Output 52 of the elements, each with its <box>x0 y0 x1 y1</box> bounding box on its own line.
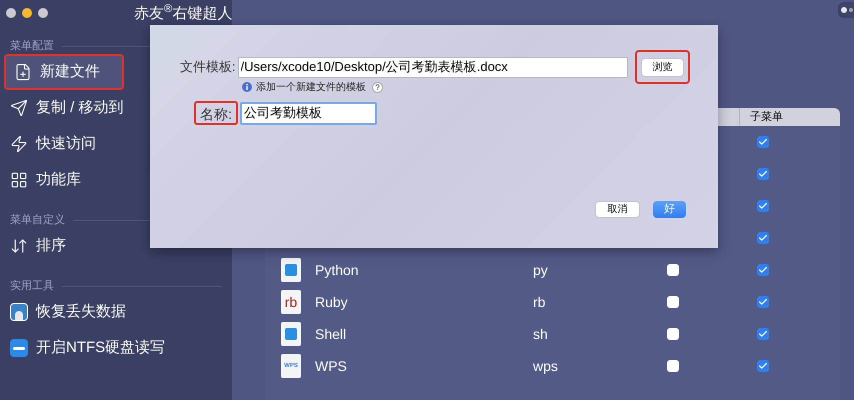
checkbox[interactable] <box>757 200 769 212</box>
send-icon <box>10 99 28 117</box>
template-path-field[interactable]: /Users/xcode10/Desktop/公司考勤表模板.docx <box>238 56 628 78</box>
extension: wps <box>533 356 559 376</box>
name-field[interactable]: 公司考勤模板 <box>240 102 377 124</box>
section-title: 菜单自定义 <box>10 212 65 228</box>
section-title: 实用工具 <box>10 278 54 294</box>
dots-indicator-icon <box>838 2 854 18</box>
checkbox[interactable] <box>667 264 679 276</box>
window-title: 赤友$^{®}$右键超人 <box>134 3 232 24</box>
help-button[interactable]: ? <box>372 82 383 92</box>
document-icon <box>281 258 301 282</box>
hint-text: 添加一个新建文件的模板 <box>256 80 366 94</box>
file-type-name: WPS <box>315 356 348 376</box>
sort-icon <box>10 237 28 255</box>
sidebar-item[interactable]: 开启NTFS硬盘读写 <box>0 330 232 366</box>
sidebar-item[interactable]: 新建文件 <box>4 54 124 90</box>
sidebar-item[interactable]: 功能库 <box>0 162 232 198</box>
extension: rb <box>533 292 546 312</box>
file-plus-icon <box>14 63 32 81</box>
checkbox[interactable] <box>757 136 769 148</box>
cancel-button[interactable]: 取消 <box>595 201 640 218</box>
checkbox[interactable] <box>757 328 769 340</box>
document-icon <box>281 322 301 346</box>
disk-app-icon <box>10 339 28 357</box>
extension: sh <box>533 324 549 344</box>
checkbox[interactable] <box>757 264 769 276</box>
file-type-name: Ruby <box>315 292 349 312</box>
name-label: 名称: <box>194 101 238 125</box>
info-icon <box>242 82 252 92</box>
file-type-name: Python <box>315 260 360 280</box>
sidebar-item[interactable]: 恢复丢失数据 <box>0 294 232 330</box>
checkbox[interactable] <box>757 296 769 308</box>
file-type-name: Shell <box>315 324 348 344</box>
grid-icon <box>10 171 28 189</box>
checkbox[interactable] <box>757 232 769 244</box>
sidebar-item[interactable]: 排序 <box>0 228 232 264</box>
browse-button[interactable]: 浏览 <box>641 58 684 76</box>
template-label: 文件模板: <box>178 58 236 76</box>
checkbox[interactable] <box>757 168 769 180</box>
column-header: 子菜单 <box>749 110 784 125</box>
checkbox[interactable] <box>667 328 679 340</box>
checkbox[interactable] <box>757 360 769 372</box>
sidebar-item[interactable]: 快速访问 <box>0 126 232 162</box>
extension: py <box>533 260 549 280</box>
ruby-file-icon: rb <box>281 290 301 314</box>
section-title: 菜单配置 <box>10 38 54 54</box>
checkbox[interactable] <box>667 360 679 372</box>
lightning-icon <box>10 135 28 153</box>
window-controls-drawing <box>6 8 48 18</box>
checkbox[interactable] <box>667 296 679 308</box>
app-icon <box>10 303 28 321</box>
